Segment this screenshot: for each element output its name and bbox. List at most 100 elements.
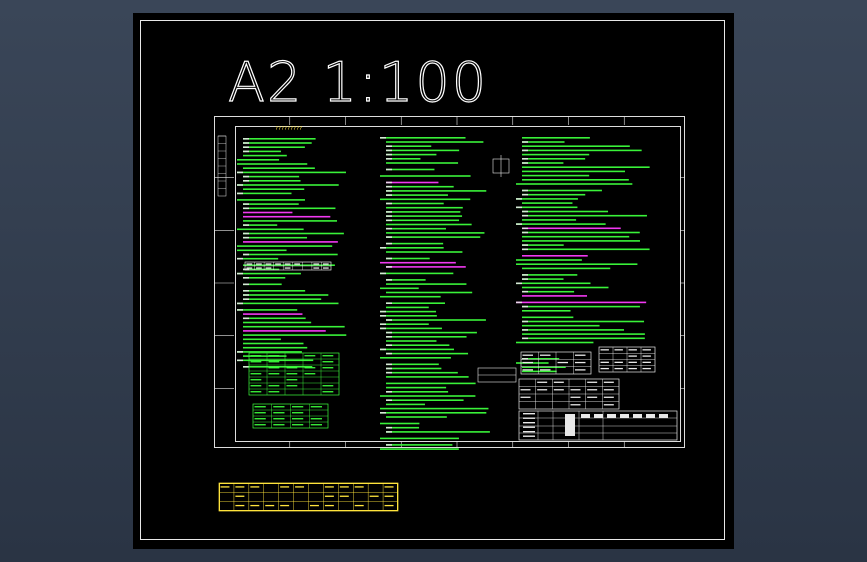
note-text-line <box>380 437 459 440</box>
note-text-line <box>386 206 463 209</box>
company-name-glyph <box>620 414 629 418</box>
note-number <box>516 223 522 225</box>
note-text-line <box>237 272 301 275</box>
schedule-table-b-cell-text <box>642 367 651 370</box>
spec-table-cell-text <box>292 424 304 426</box>
note-text-line <box>386 340 437 342</box>
note-number <box>522 141 528 143</box>
note-text-line <box>522 255 588 257</box>
note-number <box>380 310 386 313</box>
legend-strip-cell-text <box>246 263 253 265</box>
company-name-glyph <box>581 414 590 418</box>
schedule-table-a-cell-text <box>522 369 533 371</box>
spec-table-cell-text <box>273 424 285 426</box>
note-text-line <box>237 199 305 201</box>
note-number <box>237 171 243 174</box>
schedule-table-a-cell-text <box>540 354 551 356</box>
note-text-line <box>243 142 312 144</box>
note-text-line <box>522 274 578 276</box>
note-text-line <box>243 346 308 349</box>
schedule-table-c-cell-text <box>520 396 531 398</box>
note-number <box>380 272 386 275</box>
note-text-line <box>522 310 571 312</box>
note-text-line <box>237 249 287 252</box>
note-text-line <box>522 158 586 160</box>
note-text-line <box>380 348 454 351</box>
note-number <box>243 224 249 226</box>
note-number <box>522 189 528 192</box>
spec-table-cell-text <box>310 424 322 426</box>
company-logo <box>565 414 575 436</box>
note-text-line <box>516 301 647 304</box>
legend-strip-cell-text <box>322 263 329 265</box>
spec-table-cell-text <box>310 406 322 408</box>
note-text-line <box>522 278 564 280</box>
note-number <box>386 185 392 188</box>
note-text-line <box>522 244 564 246</box>
note-text-line <box>386 331 477 334</box>
note-text-line <box>386 141 484 143</box>
note-number <box>386 426 392 429</box>
note-number <box>516 206 522 209</box>
note-number <box>386 219 392 222</box>
note-text-line <box>386 181 439 184</box>
note-text-line <box>386 145 432 147</box>
schedule-table-c-cell-text <box>603 381 614 383</box>
note-text-line <box>516 223 606 225</box>
note-text-line <box>516 198 578 200</box>
schedule-table-b-cell-text <box>628 367 637 370</box>
note-number <box>380 323 386 325</box>
note-text-line <box>386 352 469 355</box>
note-number <box>386 371 392 374</box>
note-number <box>522 337 528 340</box>
note-text-line <box>237 159 280 161</box>
material-table-cell-text <box>322 391 334 393</box>
material-table-cell-text <box>322 385 334 387</box>
note-number <box>237 309 243 311</box>
title-block-text <box>523 426 535 428</box>
schedule-table-c-cell-text <box>587 389 598 391</box>
material-table-cell-text <box>268 385 280 387</box>
schedule-table-c-cell-text <box>587 381 598 383</box>
note-text-line <box>522 137 590 139</box>
note-number <box>243 236 249 239</box>
note-text-line <box>243 215 331 218</box>
note-text-line <box>243 188 305 190</box>
note-number <box>386 257 392 260</box>
legend-strip-cell-text <box>265 263 272 265</box>
note-number <box>380 348 386 351</box>
note-text-line <box>243 220 338 222</box>
note-text-line <box>243 338 281 341</box>
note-number <box>522 158 528 160</box>
material-table-cell-text <box>286 373 298 375</box>
note-text-line <box>386 236 481 238</box>
schedule-table-c-cell-text <box>570 396 581 398</box>
note-number <box>386 202 392 205</box>
note-text-line <box>243 232 344 235</box>
note-text-line <box>243 334 347 336</box>
note-text-line <box>522 219 577 221</box>
note-text-line <box>243 207 336 210</box>
note-text-line <box>243 321 312 324</box>
note-text-line <box>386 403 425 406</box>
schedule-table-b-cell-text <box>600 361 609 363</box>
note-text-line <box>386 391 449 393</box>
material-table-cell-text <box>268 367 280 369</box>
note-text-line <box>237 245 333 247</box>
material-table-cell-text <box>322 367 334 369</box>
note-number <box>386 211 392 213</box>
note-number <box>386 181 392 184</box>
note-text-line <box>386 149 460 152</box>
drawing-canvas[interactable]: A2 1:100 ????????? <box>133 13 734 549</box>
schedule-table-b-cell-text <box>628 361 637 363</box>
material-table-cell-text <box>250 355 262 357</box>
schedule-table-c-cell-text <box>553 389 564 391</box>
note-text-line <box>380 287 419 290</box>
note-number <box>380 327 386 330</box>
note-number <box>386 236 392 238</box>
note-text-line <box>380 315 437 317</box>
material-table-cell-text <box>250 361 262 363</box>
note-text-line <box>522 231 640 234</box>
title-block-text <box>523 422 535 424</box>
schedule-table-b-cell-text <box>614 367 623 370</box>
